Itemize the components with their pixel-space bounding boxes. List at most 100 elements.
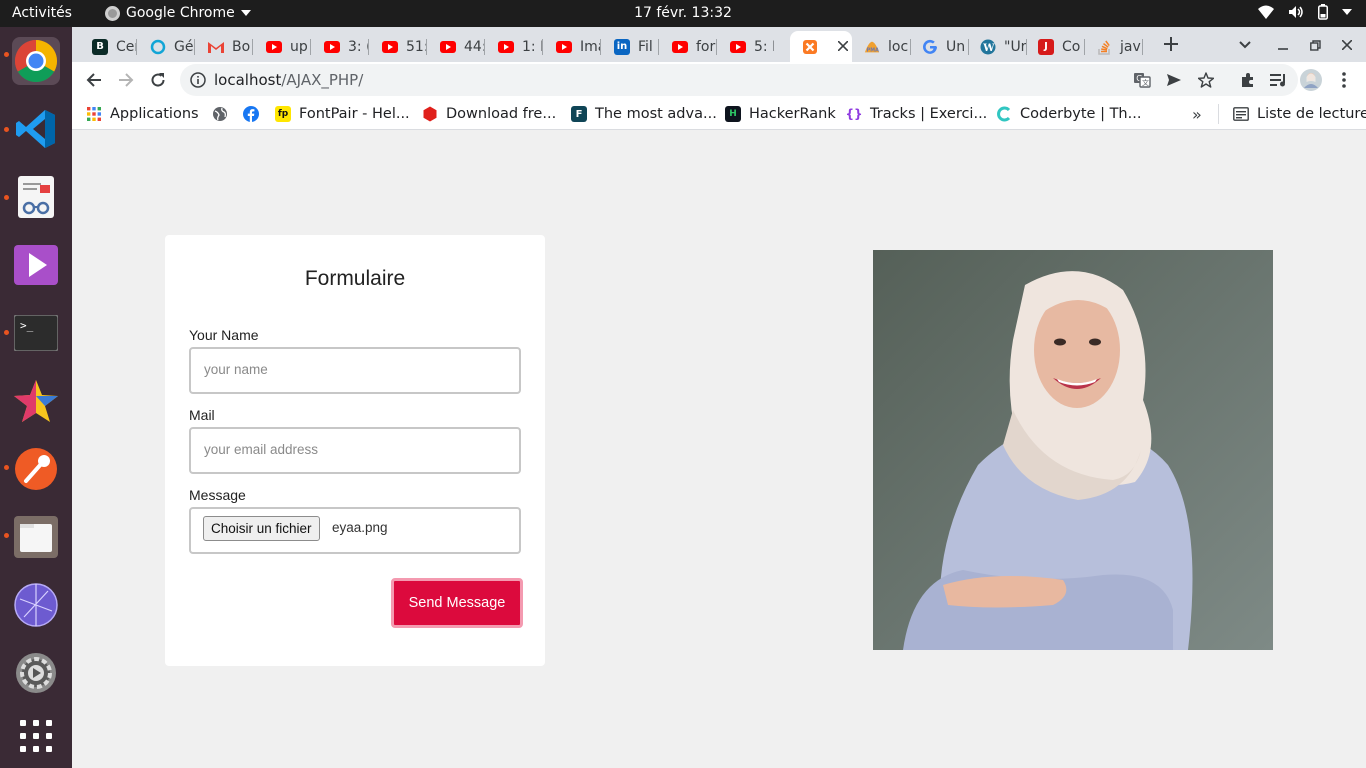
bookmark-applications[interactable]: Applications bbox=[86, 104, 199, 124]
youtube-icon bbox=[672, 39, 688, 55]
j-icon: J bbox=[1038, 38, 1054, 55]
browser-tab[interactable]: Bo bbox=[196, 31, 252, 62]
forward-button[interactable] bbox=[114, 68, 138, 92]
running-indicator bbox=[4, 195, 9, 200]
browser-tab[interactable]: Ima bbox=[544, 31, 600, 62]
bookmark-coderbyte[interactable]: Coderbyte | Th... bbox=[996, 104, 1141, 124]
tab-active[interactable] bbox=[790, 31, 852, 62]
browser-tab[interactable]: in Fil bbox=[602, 31, 658, 62]
browser-tab[interactable]: Gér bbox=[138, 31, 194, 62]
bookmark-exercism[interactable]: {} Tracks | Exerci... bbox=[845, 104, 988, 124]
dock-terminal[interactable]: >_ bbox=[12, 309, 60, 357]
browser-tab[interactable]: up bbox=[254, 31, 310, 62]
b-icon: B bbox=[92, 38, 108, 55]
reload-button[interactable] bbox=[146, 68, 170, 92]
youtube-icon bbox=[730, 39, 746, 55]
close-tab-icon[interactable] bbox=[837, 39, 849, 55]
message-label: Message bbox=[189, 487, 246, 503]
system-tray[interactable] bbox=[1258, 4, 1352, 20]
chevron-down-icon bbox=[1342, 9, 1352, 15]
restore-button[interactable] bbox=[1303, 33, 1327, 57]
dock-video-player[interactable] bbox=[12, 241, 60, 289]
browser-tab[interactable]: for bbox=[660, 31, 716, 62]
bookmark-fontpair[interactable]: fp FontPair - Hel... bbox=[275, 104, 410, 124]
extensions-button[interactable] bbox=[1236, 68, 1260, 92]
bookmark-globe[interactable] bbox=[212, 104, 228, 124]
bookmark-label: The most adva... bbox=[595, 106, 717, 122]
browser-tab[interactable]: 51: bbox=[370, 31, 426, 62]
dock-vscode[interactable] bbox=[12, 105, 60, 153]
bookmark-download[interactable]: Download fre... bbox=[422, 104, 556, 124]
browser-tab[interactable]: PMA loc bbox=[852, 31, 910, 62]
postman-icon bbox=[15, 448, 57, 490]
tab-title: Bo bbox=[232, 38, 251, 55]
send-to-devices-button[interactable] bbox=[1164, 70, 1184, 90]
show-applications-button[interactable] bbox=[12, 712, 60, 760]
tab-title: jav bbox=[1120, 38, 1141, 55]
bookmark-facebook[interactable] bbox=[243, 104, 259, 124]
dock-chrome[interactable] bbox=[12, 37, 60, 85]
tab-title: 5: I bbox=[754, 38, 774, 55]
svg-text:PMA: PMA bbox=[867, 47, 879, 53]
star-icon bbox=[14, 380, 58, 422]
tab-separator bbox=[542, 39, 543, 55]
dock-files[interactable] bbox=[12, 513, 60, 561]
hackerrank-icon: H bbox=[725, 106, 741, 122]
browser-tab[interactable]: 44: bbox=[428, 31, 484, 62]
reading-list-button[interactable]: Liste de lecture bbox=[1218, 104, 1366, 124]
selected-file-name: eyaa.png bbox=[332, 520, 388, 535]
overflow-chevrons: » bbox=[1192, 104, 1202, 124]
back-button[interactable] bbox=[82, 68, 106, 92]
translate-button[interactable]: G文 bbox=[1132, 70, 1152, 90]
tab-title: Ima bbox=[580, 38, 600, 55]
browser-tab[interactable]: 3: ( bbox=[312, 31, 368, 62]
bookmark-hackerrank[interactable]: H HackerRank bbox=[725, 104, 836, 124]
tab-separator bbox=[484, 39, 485, 55]
bookmark-most-advanced[interactable]: F The most adva... bbox=[571, 104, 717, 124]
tab-separator bbox=[136, 39, 137, 55]
media-controls-button[interactable] bbox=[1267, 68, 1291, 92]
app-menu[interactable]: Google Chrome bbox=[105, 5, 251, 21]
running-indicator bbox=[4, 465, 9, 470]
close-window-button[interactable] bbox=[1335, 33, 1359, 57]
activities-button[interactable]: Activités bbox=[12, 5, 72, 21]
dock-postman[interactable] bbox=[12, 445, 60, 493]
browser-tab[interactable]: J Co bbox=[1026, 31, 1084, 62]
dock-text-editor[interactable] bbox=[12, 173, 60, 221]
browser-tab[interactable]: W "Ur bbox=[968, 31, 1026, 62]
dock-settings[interactable] bbox=[12, 649, 60, 697]
bookmarks-overflow-button[interactable]: » bbox=[1192, 104, 1202, 124]
bookmark-star-button[interactable] bbox=[1196, 70, 1216, 90]
dock-starred-app[interactable] bbox=[12, 377, 60, 425]
bookmark-label: Tracks | Exerci... bbox=[870, 106, 988, 122]
email-input[interactable]: your email address bbox=[189, 427, 521, 474]
chrome-menu-button[interactable] bbox=[1332, 68, 1356, 92]
new-tab-button[interactable] bbox=[1157, 32, 1185, 56]
tab-title: for bbox=[696, 38, 716, 55]
bookmark-label: Coderbyte | Th... bbox=[1020, 106, 1142, 122]
divider bbox=[1218, 104, 1219, 124]
bookmark-label: FontPair - Hel... bbox=[299, 106, 410, 122]
browser-tab[interactable]: B Cer bbox=[80, 31, 136, 62]
globe-network-icon bbox=[14, 583, 58, 627]
minimize-icon bbox=[1278, 48, 1288, 50]
send-message-button[interactable]: Send Message bbox=[391, 578, 523, 628]
reload-icon bbox=[151, 73, 165, 87]
choose-file-button[interactable]: Choisir un fichier bbox=[203, 516, 320, 541]
running-indicator bbox=[4, 330, 9, 335]
browser-tab[interactable]: 1: I bbox=[486, 31, 542, 62]
browser-tab[interactable]: 5: I bbox=[718, 31, 774, 62]
profile-button[interactable] bbox=[1299, 68, 1323, 92]
tab-search-button[interactable] bbox=[1233, 33, 1257, 57]
browser-tab[interactable]: jav bbox=[1084, 31, 1142, 62]
playlist-icon bbox=[1270, 74, 1285, 87]
name-input[interactable]: your name bbox=[189, 347, 521, 394]
address-bar[interactable]: localhost/AJAX_PHP/ G文 bbox=[180, 64, 1298, 96]
tab-title: "Ur bbox=[1004, 38, 1026, 55]
dock-network-app[interactable] bbox=[12, 581, 60, 629]
minimize-button[interactable] bbox=[1271, 33, 1295, 57]
browser-tab[interactable]: Un bbox=[910, 31, 968, 62]
reading-list-icon bbox=[1233, 107, 1249, 121]
tab-title: Un bbox=[946, 38, 966, 55]
wifi-icon bbox=[1258, 5, 1274, 19]
